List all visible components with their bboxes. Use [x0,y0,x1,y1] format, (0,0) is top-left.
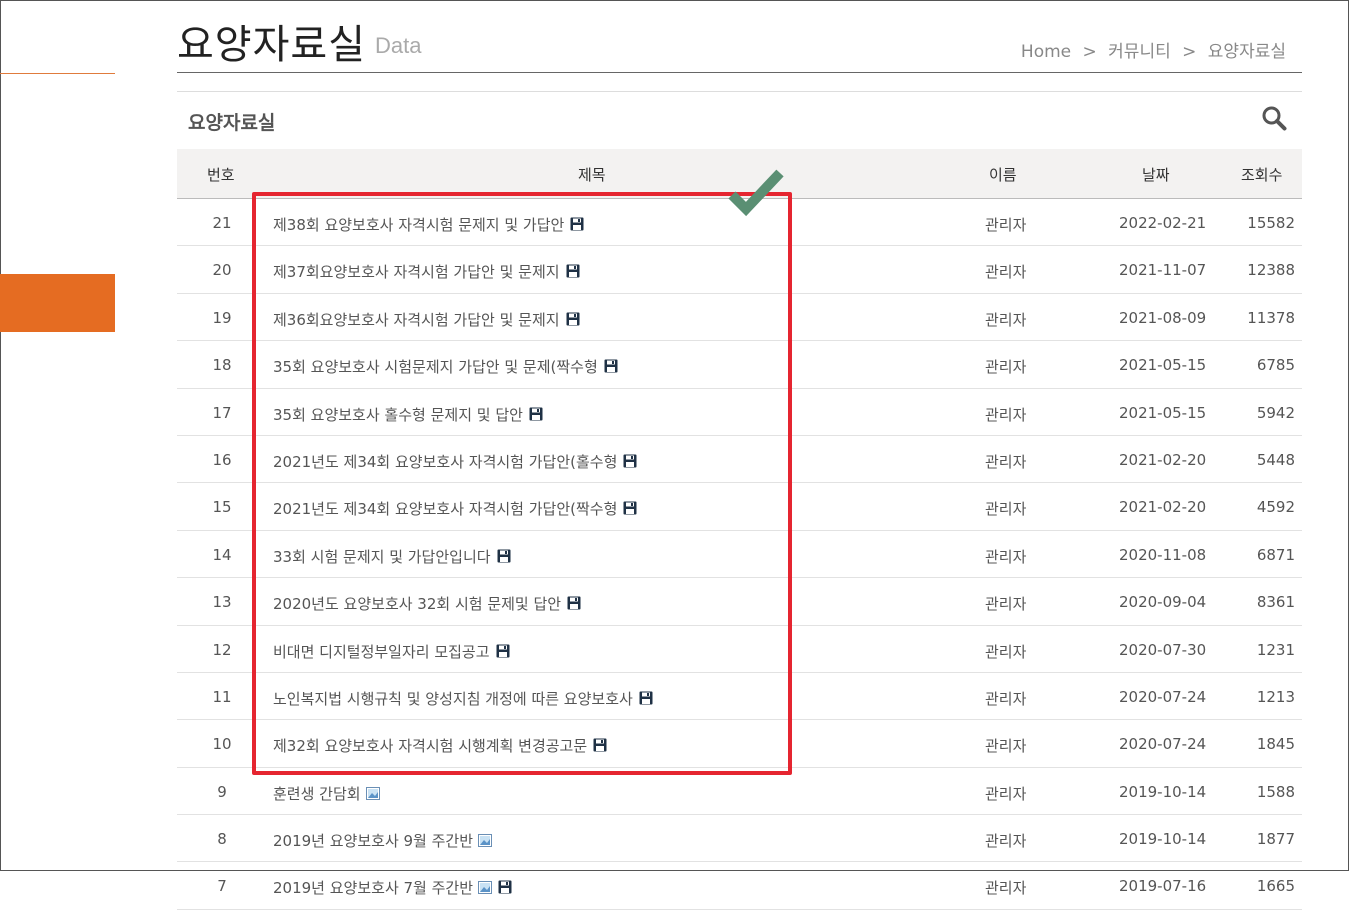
post-author: 관리자 [985,310,1027,329]
post-date: 2020-07-30 [1119,640,1207,659]
board-divider [177,91,1302,92]
sidebar-active-block[interactable] [0,274,115,332]
post-date: 2020-07-24 [1119,735,1207,754]
page-subtitle: Data [375,33,422,58]
post-author: 관리자 [985,405,1027,424]
post-author: 관리자 [985,500,1027,519]
post-title[interactable]: 훈련생 간담회 [273,785,361,803]
table-row[interactable]: 7 2019년 요양보호사 7월 주간반 관리자 2019-07-16 1665 [177,862,1302,910]
image-icon [365,786,380,800]
post-title[interactable]: 2019년 요양보호사 9월 주간반 [273,832,473,850]
column-header-number: 번호 [207,166,235,184]
sidebar-divider [0,73,115,74]
post-title-link[interactable]: 2019년 요양보호사 7월 주간반 [273,877,512,898]
post-author: 관리자 [985,689,1027,708]
post-views: 6871 [1256,545,1295,564]
post-author: 관리자 [985,737,1027,756]
post-date: 2021-02-20 [1119,498,1207,517]
post-author: 관리자 [985,595,1027,614]
search-icon[interactable] [1261,105,1287,131]
post-title-link[interactable]: 2019년 요양보호사 9월 주간반 [273,830,493,851]
post-views: 8361 [1256,593,1295,612]
post-date: 2020-09-04 [1119,593,1207,612]
post-date: 2021-02-20 [1119,450,1207,469]
check-mark-icon [728,169,784,217]
post-author: 관리자 [985,263,1027,282]
post-title-link[interactable]: 훈련생 간담회 [273,783,380,804]
column-header-title: 제목 [578,166,606,184]
post-number: 7 [217,877,227,896]
breadcrumb-home[interactable]: Home [1021,42,1071,62]
post-date: 2019-10-14 [1119,830,1207,849]
highlight-box [252,192,792,775]
post-views: 4592 [1256,498,1295,517]
board-title: 요양자료실 [188,112,276,134]
column-header-name: 이름 [989,166,1017,184]
post-author: 관리자 [985,452,1027,471]
post-views: 1231 [1256,640,1295,659]
column-header-views: 조회수 [1241,166,1283,184]
post-views: 12388 [1247,261,1295,280]
post-author: 관리자 [985,832,1027,851]
post-author: 관리자 [985,358,1027,377]
post-date: 2019-07-16 [1119,877,1207,896]
post-author: 관리자 [985,879,1027,898]
post-date: 2021-11-07 [1119,261,1207,280]
post-views: 1665 [1256,877,1295,896]
breadcrumb: Home > 커뮤니티 > 요양자료실 [1018,37,1289,62]
post-views: 1213 [1256,687,1295,706]
breadcrumb-current[interactable]: 요양자료실 [1208,42,1286,62]
post-number: 9 [217,782,227,801]
post-number: 8 [217,830,227,849]
post-views: 5942 [1256,403,1295,422]
post-date: 2022-02-21 [1119,214,1207,232]
image-icon [478,881,493,895]
table-row[interactable]: 8 2019년 요양보호사 9월 주간반 관리자 2019-10-14 1877 [177,815,1302,863]
post-author: 관리자 [985,216,1027,234]
column-header-date: 날짜 [1142,166,1170,184]
post-title[interactable]: 2019년 요양보호사 7월 주간반 [273,879,473,897]
post-views: 6785 [1256,356,1295,375]
post-views: 11378 [1247,308,1295,327]
post-date: 2021-05-15 [1119,356,1207,375]
post-views: 1877 [1256,830,1295,849]
post-author: 관리자 [985,784,1027,803]
post-date: 2020-07-24 [1119,687,1207,706]
post-author: 관리자 [985,642,1027,661]
post-views: 1845 [1256,735,1295,754]
breadcrumb-community[interactable]: 커뮤니티 [1108,42,1171,62]
post-views: 1588 [1256,782,1295,801]
post-date: 2021-08-09 [1119,308,1207,327]
header-divider [177,72,1302,73]
post-date: 2019-10-14 [1119,782,1207,801]
post-views: 5448 [1256,450,1295,469]
disk-icon [498,880,512,894]
image-icon [478,834,493,848]
breadcrumb-separator: > [1182,42,1197,62]
breadcrumb-separator: > [1082,42,1097,62]
post-date: 2021-05-15 [1119,403,1207,422]
post-author: 관리자 [985,547,1027,566]
post-date: 2020-11-08 [1119,545,1207,564]
post-views: 15582 [1247,214,1295,232]
page-title: 요양자료실 [177,22,366,68]
